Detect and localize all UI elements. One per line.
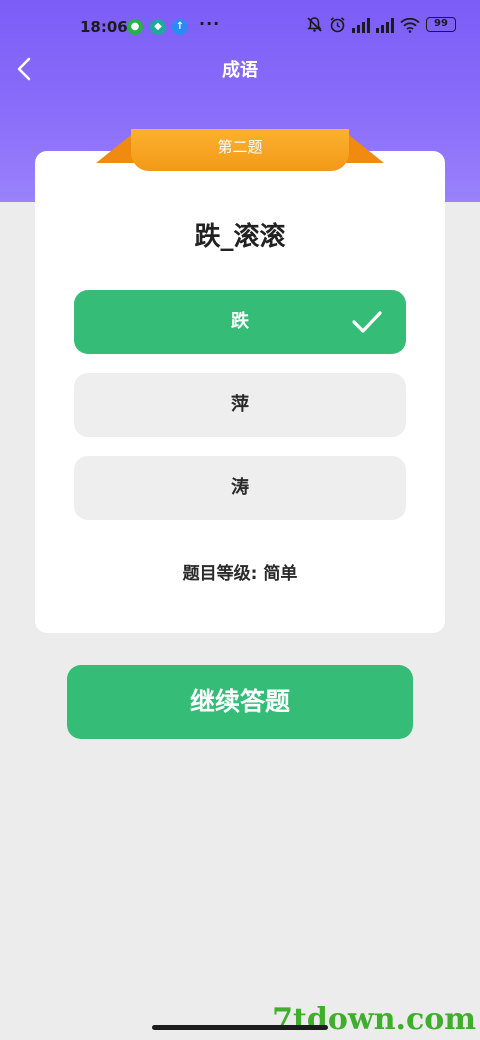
- option-1[interactable]: 跌: [74, 290, 406, 354]
- question-ribbon: 第二题: [96, 129, 384, 171]
- battery-icon: 99: [426, 17, 456, 32]
- shield-icon: ◆: [150, 19, 166, 35]
- home-indicator[interactable]: [152, 1025, 328, 1030]
- check-icon: [352, 311, 382, 333]
- signal-icon: [352, 17, 370, 33]
- option-3[interactable]: 涛: [74, 456, 406, 520]
- continue-button[interactable]: 继续答题: [67, 665, 413, 739]
- option-label: 萍: [231, 394, 249, 415]
- page-title: 成语: [222, 60, 258, 81]
- wifi-icon: [400, 17, 420, 33]
- mute-icon: [307, 17, 322, 32]
- upload-icon: ↑: [172, 19, 188, 35]
- more-notifications-icon: ···: [199, 14, 221, 33]
- difficulty-level: 题目等级: 简单: [182, 564, 298, 584]
- option-label: 跌: [231, 311, 249, 332]
- option-2[interactable]: 萍: [74, 373, 406, 437]
- wechat-icon: ●: [127, 19, 143, 35]
- status-indicators: 99: [306, 16, 456, 33]
- question-text: 跌_滚滚: [194, 222, 286, 252]
- status-bar: 18:06 ● ◆ ↑ ··· 99: [0, 0, 480, 54]
- alarm-icon: [330, 17, 345, 33]
- signal-icon-2: [376, 17, 394, 33]
- status-time: 18:06: [80, 18, 128, 36]
- question-number: 第二题: [131, 129, 349, 171]
- option-label: 涛: [231, 477, 249, 498]
- watermark-logo: 7tdown.com: [272, 1002, 476, 1037]
